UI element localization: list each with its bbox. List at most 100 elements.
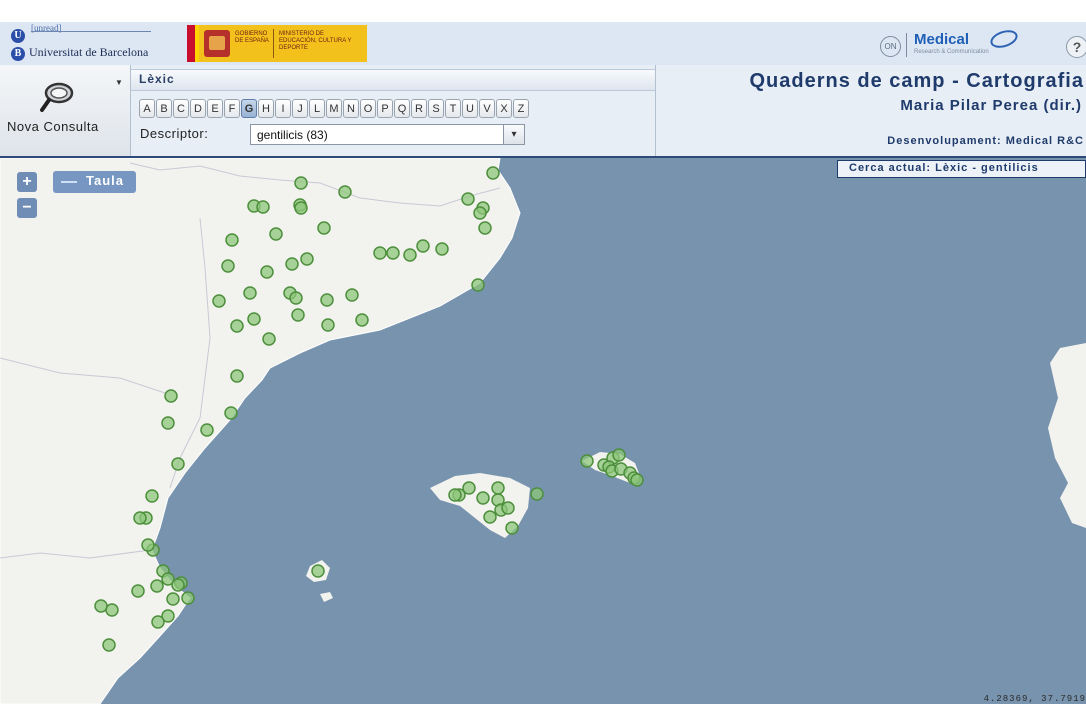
locality-marker[interactable] [530,487,544,501]
locality-marker[interactable] [505,521,519,535]
letter-button-t[interactable]: T [445,99,461,118]
locality-marker[interactable] [133,511,147,525]
descriptor-select[interactable]: gentilicis (83) ▾ [250,124,525,145]
locality-marker[interactable] [300,252,314,266]
locality-marker[interactable] [221,259,235,273]
locality-marker[interactable] [291,308,305,322]
locality-marker[interactable] [486,166,500,180]
title-area: Quaderns de camp - Cartografia Maria Pil… [656,65,1086,156]
letter-button-h[interactable]: H [258,99,274,118]
nova-consulta-button[interactable]: ▼ Nova Consulta [0,65,131,156]
locality-marker[interactable] [294,201,308,215]
locality-marker[interactable] [321,318,335,332]
locality-marker[interactable] [373,246,387,260]
letter-button-l[interactable]: L [309,99,325,118]
locality-marker[interactable] [94,599,108,613]
letter-button-e[interactable]: E [207,99,223,118]
locality-marker[interactable] [612,448,626,462]
zoom-out-button[interactable]: − [17,198,37,218]
locality-marker[interactable] [105,603,119,617]
locality-marker[interactable] [317,221,331,235]
locality-marker[interactable] [141,538,155,552]
locality-marker[interactable] [311,564,325,578]
locality-marker[interactable] [448,488,462,502]
locality-marker[interactable] [289,291,303,305]
letter-button-j[interactable]: J [292,99,308,118]
locality-marker[interactable] [102,638,116,652]
locality-marker[interactable] [491,481,505,495]
letter-button-z[interactable]: Z [513,99,529,118]
locality-marker[interactable] [166,592,180,606]
locality-marker[interactable] [260,265,274,279]
locality-marker[interactable] [416,239,430,253]
locality-marker[interactable] [386,246,400,260]
locality-marker[interactable] [476,491,490,505]
zoom-in-button[interactable]: + [17,172,37,192]
locality-marker[interactable] [225,233,239,247]
letter-button-p[interactable]: P [377,99,393,118]
letter-button-g[interactable]: G [241,99,257,118]
coordinate-readout: 4.28369, 37.7919 [983,694,1086,704]
locality-marker[interactable] [145,489,159,503]
locality-marker[interactable] [338,185,352,199]
locality-marker[interactable] [200,423,214,437]
locality-marker[interactable] [243,286,257,300]
medical-logo[interactable]: ON Medical Research & Communication ? [878,27,1086,62]
locality-marker[interactable] [320,293,334,307]
letter-button-m[interactable]: M [326,99,342,118]
locality-marker[interactable] [473,206,487,220]
letter-button-i[interactable]: I [275,99,291,118]
locality-marker[interactable] [580,454,594,468]
letter-button-v[interactable]: V [479,99,495,118]
locality-marker[interactable] [161,416,175,430]
letter-button-a[interactable]: A [139,99,155,118]
letter-button-o[interactable]: O [360,99,376,118]
letter-button-b[interactable]: B [156,99,172,118]
letter-button-f[interactable]: F [224,99,240,118]
map-canvas[interactable] [0,158,1086,704]
locality-marker[interactable] [164,389,178,403]
locality-marker[interactable] [171,457,185,471]
locality-marker[interactable] [294,176,308,190]
letter-button-s[interactable]: S [428,99,444,118]
letter-button-x[interactable]: X [496,99,512,118]
locality-marker[interactable] [171,578,185,592]
ub-logo[interactable]: U [unread] B Universitat de Barcelona [11,23,151,63]
letter-button-c[interactable]: C [173,99,189,118]
locality-marker[interactable] [461,192,475,206]
letter-button-q[interactable]: Q [394,99,410,118]
letter-button-r[interactable]: R [411,99,427,118]
locality-marker[interactable] [630,473,644,487]
locality-marker[interactable] [478,221,492,235]
locality-marker[interactable] [471,278,485,292]
locality-marker[interactable] [345,288,359,302]
locality-marker[interactable] [501,501,515,515]
locality-marker[interactable] [230,319,244,333]
letter-button-u[interactable]: U [462,99,478,118]
help-button[interactable]: ? [1066,36,1086,58]
locality-marker[interactable] [285,257,299,271]
map-view[interactable]: + − Taula Cerca actual: Lèxic - gentilic… [0,158,1086,704]
locality-marker[interactable] [224,406,238,420]
locality-marker[interactable] [151,615,165,629]
locality-marker[interactable] [403,248,417,262]
locality-marker[interactable] [131,584,145,598]
gobierno-logo[interactable]: GOBIERNO DE ESPAÑA MINISTERIO DE EDUCACI… [187,25,367,62]
locality-marker[interactable] [483,510,497,524]
developer-line: Desenvolupament: Medical R&C [887,135,1084,147]
locality-marker[interactable] [256,200,270,214]
locality-marker[interactable] [269,227,283,241]
locality-marker[interactable] [435,242,449,256]
locality-marker[interactable] [150,579,164,593]
locality-marker[interactable] [262,332,276,346]
letter-button-n[interactable]: N [343,99,359,118]
letter-button-d[interactable]: D [190,99,206,118]
locality-marker[interactable] [181,591,195,605]
locality-marker[interactable] [355,313,369,327]
locality-marker[interactable] [212,294,226,308]
locality-marker[interactable] [230,369,244,383]
on-badge: ON [880,36,901,57]
taula-button[interactable]: Taula [53,171,136,193]
locality-marker[interactable] [247,312,261,326]
chevron-down-icon[interactable]: ▾ [503,125,524,144]
